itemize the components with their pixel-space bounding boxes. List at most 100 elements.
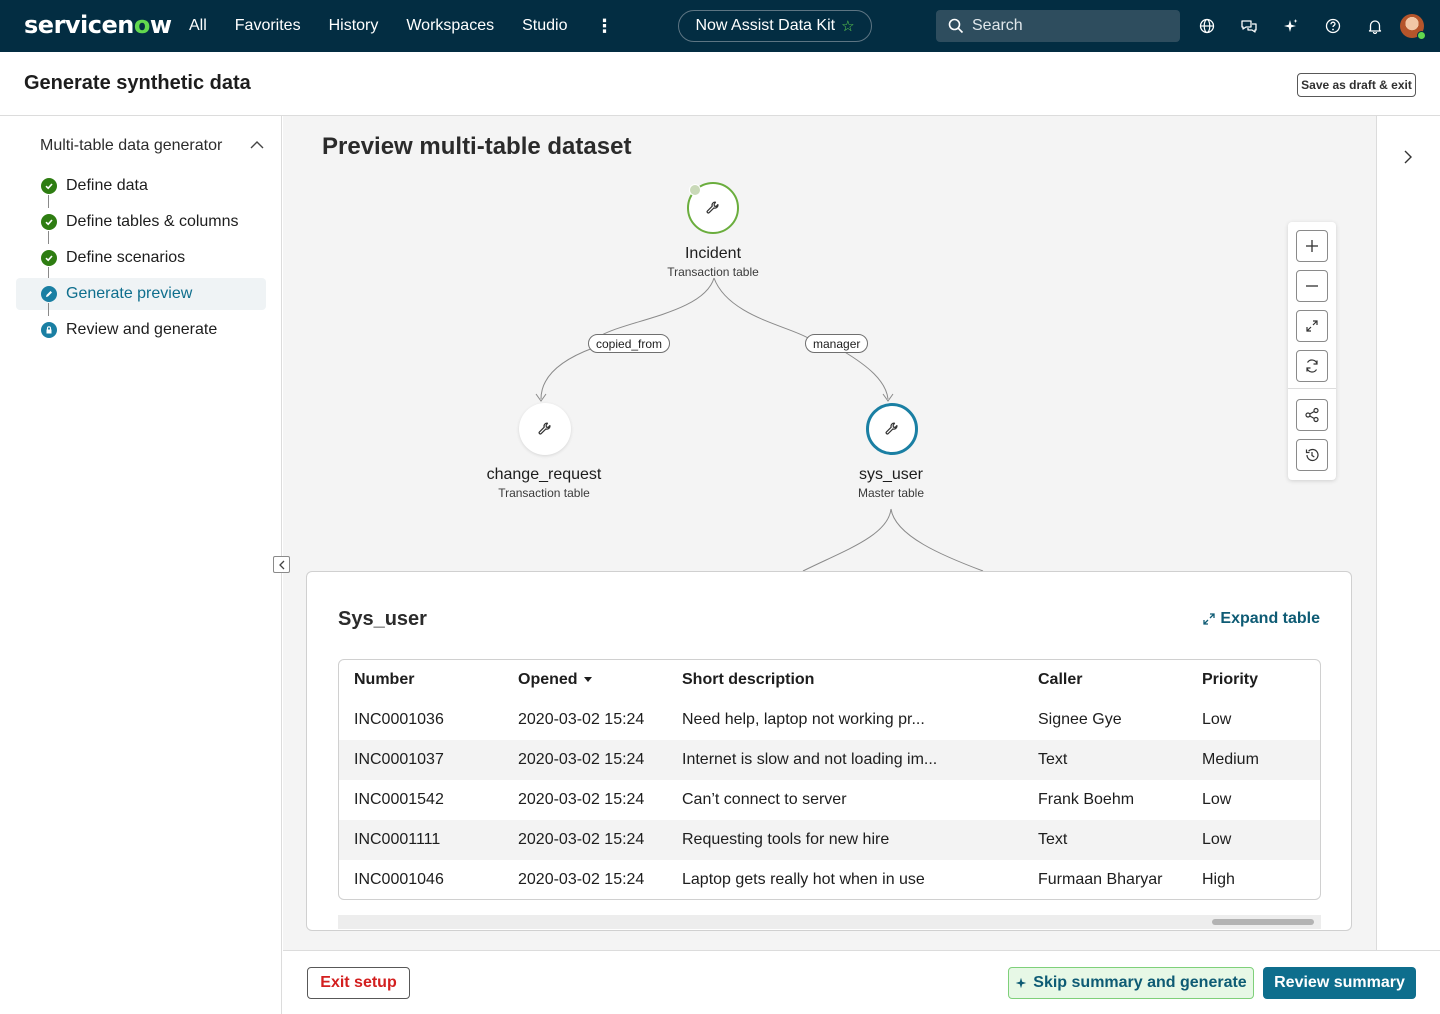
table-row[interactable]: INC0001036 2020-03-02 15:24 Need help, l… (339, 700, 1320, 740)
cell-caller: Text (1023, 740, 1187, 780)
fit-view-button[interactable] (1296, 310, 1328, 342)
edge-label-manager[interactable]: manager (805, 334, 869, 353)
step-label: Define scenarios (66, 249, 186, 266)
nav-link-workspaces[interactable]: Workspaces (406, 17, 494, 35)
step-define-data[interactable]: Define data (16, 170, 266, 208)
share-button[interactable] (1296, 399, 1328, 431)
app-context-label: Now Assist Data Kit (695, 17, 836, 34)
globe-icon[interactable] (1194, 12, 1220, 40)
table-row[interactable]: INC0001542 2020-03-02 15:24 Can’t connec… (339, 780, 1320, 820)
expand-table-button[interactable]: Expand table (1202, 610, 1320, 628)
footer-bar: Exit setup Skip summary and generate Rev… (283, 950, 1440, 1014)
step-list: Define data Define tables & columns Defi… (16, 170, 266, 350)
pencil-circle-icon (41, 286, 57, 302)
column-header-opened[interactable]: Opened (503, 660, 667, 700)
sort-desc-icon[interactable] (583, 677, 592, 683)
plus-icon (1306, 240, 1318, 252)
check-circle-icon (41, 214, 57, 230)
cell-opened: 2020-03-02 15:24 (518, 791, 645, 808)
share-icon (1305, 407, 1319, 423)
cell-short-description: Can’t connect to server (682, 791, 847, 808)
avatar[interactable] (1400, 14, 1426, 40)
search-box[interactable] (936, 10, 1180, 42)
relationship-graph[interactable]: Incident Transaction table change_reques… (283, 116, 1376, 576)
bell-icon[interactable] (1362, 12, 1388, 40)
nav-link-studio[interactable]: Studio (522, 17, 567, 35)
node-subtitle: Transaction table (667, 265, 759, 279)
step-define-scenarios[interactable]: Define scenarios (16, 242, 266, 280)
chevron-up-icon[interactable] (250, 140, 264, 150)
node-subtitle: Master table (857, 486, 925, 500)
step-review-and-generate[interactable]: Review and generate (16, 314, 266, 346)
sparkle-icon[interactable] (1278, 12, 1304, 40)
node-title: Incident (684, 245, 742, 262)
step-generate-preview[interactable]: Generate preview (16, 278, 266, 316)
star-icon[interactable]: ☆ (841, 17, 854, 35)
cell-caller: Frank Boehm (1038, 791, 1135, 808)
cell-opened: 2020-03-02 15:24 (503, 740, 667, 780)
cell-opened: 2020-03-02 15:24 (518, 711, 645, 728)
data-table: Number Opened Short description Caller P… (338, 659, 1321, 900)
cell-short-description: Internet is slow and not loading im... (667, 740, 1023, 780)
help-icon[interactable] (1320, 12, 1346, 40)
nav-icons (1194, 12, 1388, 40)
step-label: Define data (66, 177, 148, 194)
node-sys-user[interactable] (866, 403, 918, 455)
search-input[interactable] (972, 17, 1172, 35)
zoom-in-button[interactable] (1296, 230, 1328, 262)
review-summary-button[interactable]: Review summary (1263, 967, 1416, 999)
horizontal-scrollbar[interactable] (338, 915, 1321, 929)
cell-caller: Signee Gye (1038, 711, 1122, 728)
table-preview-card: Sys_user Expand table Number Opened Shor… (306, 571, 1352, 931)
table-row[interactable]: INC0001111 2020-03-02 15:24 Requesting t… (339, 820, 1320, 860)
status-dot-icon (1417, 31, 1426, 40)
wrench-icon (885, 422, 898, 435)
exit-setup-button[interactable]: Exit setup (307, 967, 410, 999)
wrench-icon (706, 201, 719, 214)
column-header-priority[interactable]: Priority (1187, 660, 1320, 700)
check-badge-icon (689, 184, 701, 196)
scrollbar-thumb[interactable] (1212, 919, 1314, 925)
cell-number: INC0001542 (354, 791, 444, 808)
chevron-left-icon (278, 560, 284, 569)
chat-icon[interactable] (1236, 12, 1262, 40)
nav-link-favorites[interactable]: Favorites (235, 17, 301, 35)
cell-opened: 2020-03-02 15:24 (503, 820, 667, 860)
nav-link-history[interactable]: History (329, 17, 379, 35)
chevron-right-icon[interactable] (1403, 150, 1412, 164)
cell-priority: Medium (1187, 740, 1320, 780)
cell-priority: High (1202, 871, 1235, 888)
step-define-tables-columns[interactable]: Define tables & columns (16, 206, 266, 244)
column-header-short-description[interactable]: Short description (667, 660, 1023, 700)
zoom-out-button[interactable] (1296, 270, 1328, 302)
table-row[interactable]: INC0001046 2020-03-02 15:24 Laptop gets … (339, 860, 1320, 899)
column-header-caller[interactable]: Caller (1023, 660, 1187, 700)
skip-summary-button[interactable]: Skip summary and generate (1008, 967, 1254, 999)
graph-controls (1288, 222, 1336, 480)
lock-circle-icon (41, 322, 57, 338)
divider (1288, 388, 1336, 389)
node-title: change_request (486, 466, 602, 483)
table-row[interactable]: INC0001037 2020-03-02 15:24 Internet is … (339, 740, 1320, 780)
cell-number: INC0001037 (339, 740, 503, 780)
step-label: Define tables & columns (66, 213, 239, 230)
collapse-sidebar-button[interactable] (273, 556, 290, 573)
more-menu-icon[interactable]: ⋮ (595, 16, 613, 37)
cell-short-description: Laptop gets really hot when in use (682, 871, 925, 888)
skip-summary-label: Skip summary and generate (1033, 974, 1247, 991)
history-button[interactable] (1296, 439, 1328, 471)
edge-label-copied-from[interactable]: copied_from (588, 334, 671, 353)
node-change-request[interactable] (519, 403, 571, 455)
app-context-pill[interactable]: Now Assist Data Kit ☆ (678, 10, 872, 42)
servicenow-logo[interactable]: servicenow (24, 11, 172, 39)
main-canvas: Preview multi-table dataset Incident Tra… (283, 116, 1376, 950)
step-label: Review and generate (66, 321, 218, 338)
table-title: Sys_user (338, 608, 427, 630)
refresh-layout-button[interactable] (1296, 350, 1328, 382)
save-draft-button[interactable]: Save as draft & exit (1297, 73, 1416, 97)
column-header-number[interactable]: Number (339, 660, 503, 700)
nav-link-all[interactable]: All (189, 17, 207, 35)
node-title: sys_user (858, 466, 924, 483)
step-label: Generate preview (66, 285, 193, 302)
node-subtitle: Transaction table (498, 486, 590, 500)
